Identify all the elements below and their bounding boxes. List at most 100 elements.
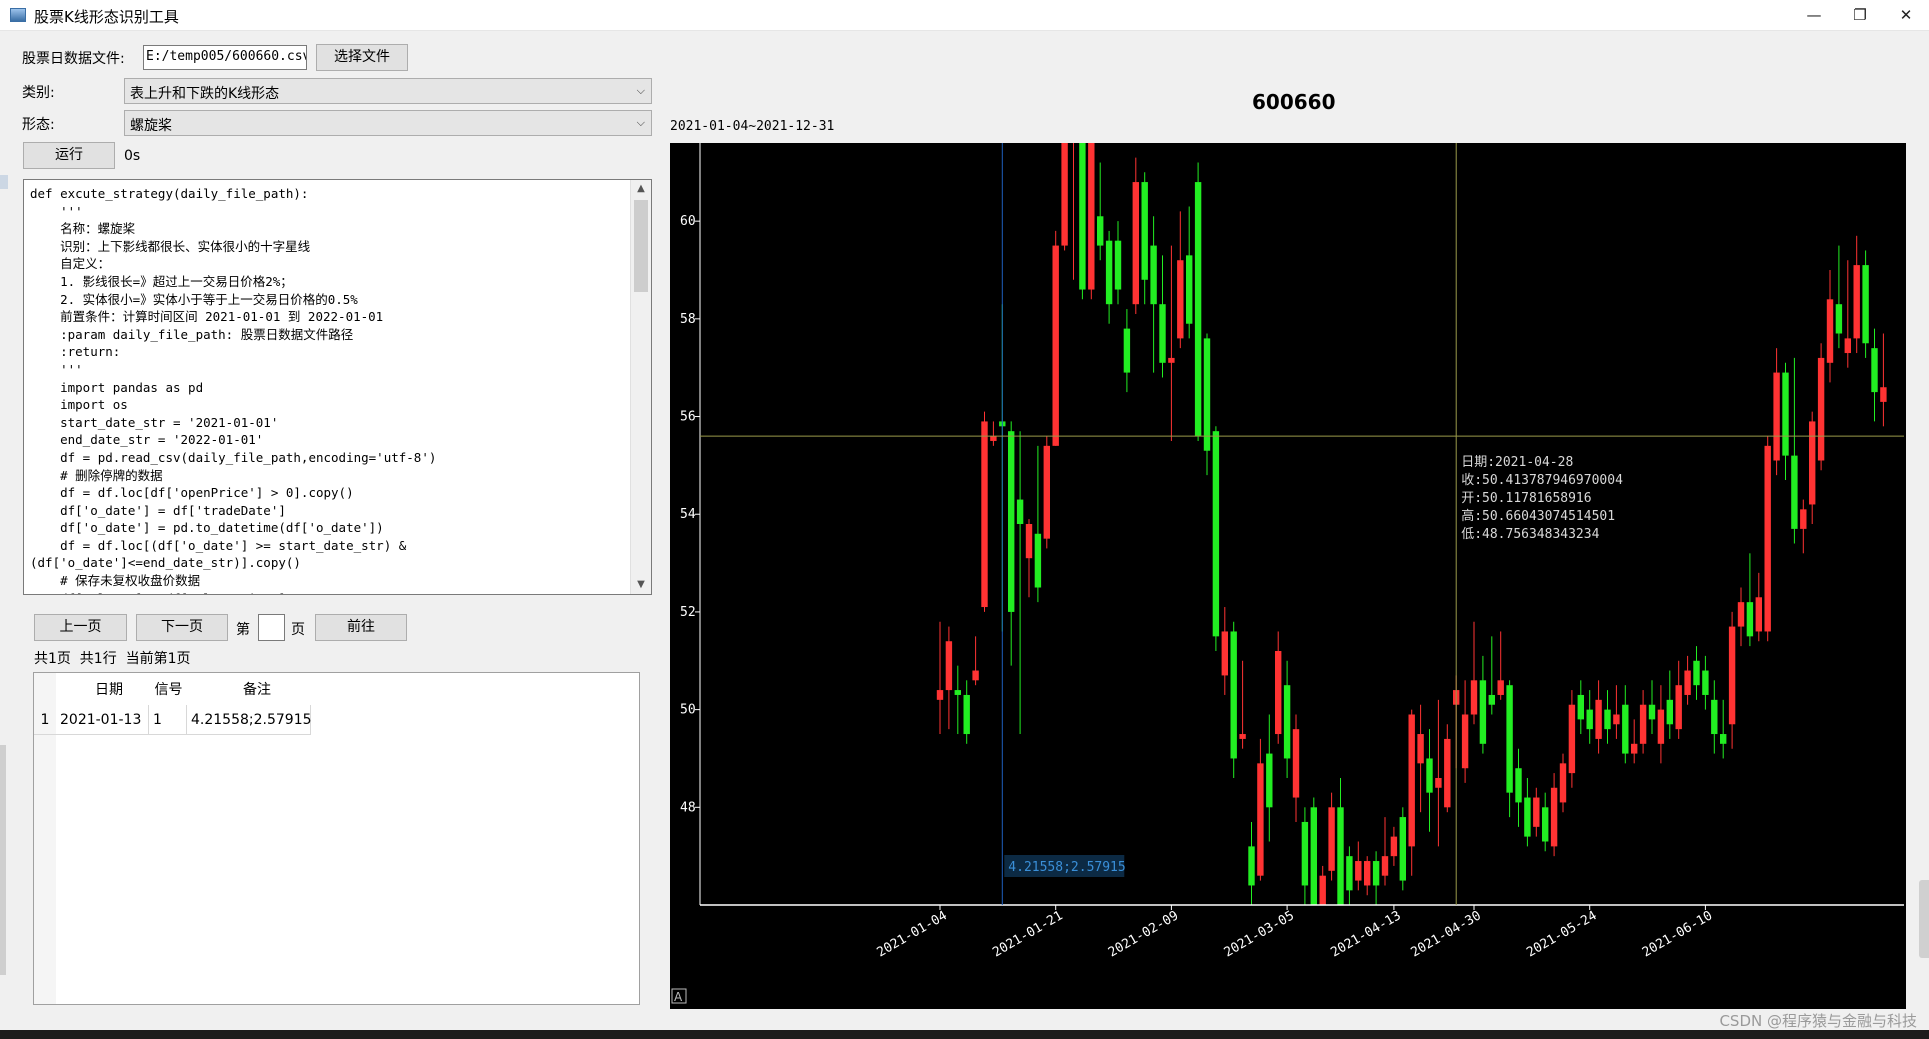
scroll-up-icon[interactable]: ▲ [631, 180, 651, 198]
scroll-down-icon[interactable]: ▼ [631, 576, 651, 594]
candle-body [1666, 699, 1673, 725]
candle-body [1177, 260, 1184, 339]
candle-body [1755, 597, 1762, 632]
column-header-date[interactable]: 日期 [84, 679, 134, 699]
candle-body [981, 421, 988, 608]
candle-body [1186, 255, 1193, 324]
code-editor[interactable]: def excute_strategy(daily_file_path): ''… [23, 179, 652, 595]
candle-body [1319, 875, 1326, 905]
cell-signal[interactable]: 1 [149, 705, 187, 735]
candle-body [1720, 734, 1727, 744]
category-select[interactable]: 表上升和下跌的K线形态 ⌵ [124, 78, 652, 104]
candle [1212, 426, 1220, 651]
candle-body [1728, 626, 1736, 725]
tooltip-close: 收:50.413787946970004 [1461, 473, 1623, 488]
minimize-button[interactable]: — [1791, 0, 1837, 30]
candle-body [1159, 304, 1166, 363]
title-bar: 股票K线形态识别工具 — ❐ ✕ [0, 0, 1929, 31]
candle [1061, 143, 1068, 251]
candle-body [1372, 861, 1380, 886]
candle [1194, 162, 1202, 441]
candle-body [1408, 714, 1415, 847]
category-value: 表上升和下跌的K线形态 [130, 86, 280, 102]
results-table[interactable]: 日期 信号 备注 1 2021-01-13 1 4.21558;2.57915 [33, 672, 640, 1005]
candle-body [1123, 328, 1131, 373]
candle-body [1693, 660, 1700, 686]
candle [1817, 343, 1825, 471]
candle [1399, 807, 1406, 891]
app-icon [10, 8, 26, 22]
candle-body [1105, 240, 1113, 305]
chart-title: 600660 [1252, 90, 1336, 114]
file-label: 股票日数据文件: [22, 51, 125, 67]
candle-body [1844, 338, 1851, 354]
go-page-button[interactable]: 前往 [315, 614, 407, 641]
candle-body [1061, 143, 1068, 246]
candle [1568, 690, 1576, 788]
cell-date[interactable]: 2021-01-13 [56, 705, 149, 735]
candle-body [1764, 445, 1771, 632]
pattern-select[interactable]: 螺旋桨 ⌵ [124, 110, 652, 136]
run-button[interactable]: 运行 [23, 142, 115, 169]
choose-file-button[interactable]: 选择文件 [316, 44, 408, 71]
code-scrollbar[interactable]: ▲ ▼ [630, 180, 651, 594]
tooltip-low: 低:48.756348343234 [1461, 527, 1599, 542]
tooltip-date: 日期:2021-04-28 [1461, 455, 1573, 470]
candle [981, 411, 988, 612]
candle-body [1648, 704, 1656, 720]
page-prefix: 第 [236, 622, 250, 638]
candle-body [1417, 734, 1424, 764]
next-page-button[interactable]: 下一页 [136, 614, 228, 641]
candle-body [1639, 704, 1647, 744]
candle-body [1773, 372, 1780, 461]
candle-body [1488, 694, 1495, 705]
candle-body [1203, 338, 1211, 451]
candle-body [1737, 602, 1745, 627]
scroll-thumb[interactable] [634, 200, 648, 292]
candle-body [1212, 431, 1220, 637]
candle-body [1194, 182, 1202, 437]
candle-body [1542, 807, 1549, 842]
candle-body [1577, 694, 1584, 720]
right-edge-widget [1919, 880, 1929, 958]
candlestick-chart[interactable]: 48505254565860 2021-01-04 2021-01-21 2021-… [670, 143, 1906, 1009]
category-label: 类别: [22, 85, 55, 101]
candle-body [1613, 714, 1620, 725]
page-suffix: 页 [291, 622, 305, 638]
prev-page-button[interactable]: 上一页 [34, 614, 127, 641]
close-button[interactable]: ✕ [1883, 0, 1929, 30]
maximize-button[interactable]: ❐ [1837, 0, 1883, 30]
tooltip-high: 高:50.66043074514501 [1461, 508, 1615, 524]
candle-body [1871, 348, 1878, 393]
candle-body [1141, 182, 1148, 280]
window-title: 股票K线形态识别工具 [34, 8, 179, 26]
candle-body [1622, 704, 1629, 754]
candle-body [1880, 387, 1887, 402]
cell-note[interactable]: 4.21558;2.57915 [187, 705, 312, 735]
candle [1043, 436, 1050, 549]
candle-body [1337, 807, 1344, 905]
auto-range-label: A [674, 990, 683, 1004]
page-number-input[interactable] [258, 614, 285, 641]
file-path-input[interactable]: E:/temp005/600660.csv [143, 45, 307, 70]
candle-body [990, 436, 997, 441]
candle-body [1604, 709, 1611, 730]
candle [1088, 143, 1095, 300]
column-header-note[interactable]: 备注 [227, 679, 287, 699]
column-header-signal[interactable]: 信号 [146, 679, 191, 699]
candle-body [954, 690, 961, 695]
y-tick-label: 48 [680, 800, 696, 815]
candle-body [1497, 680, 1504, 695]
chart-background [670, 143, 1906, 1009]
candle-body [1675, 685, 1682, 730]
page-summary: 共1页 共1行 当前第1页 [34, 651, 191, 667]
chevron-down-icon: ⌵ [636, 116, 645, 129]
candle [1862, 250, 1869, 358]
signal-marker-label: 4.21558;2.57915 [1008, 860, 1125, 875]
candle-body [1435, 778, 1442, 788]
y-tick-label: 58 [680, 312, 696, 327]
candle-body [945, 641, 953, 691]
candle-body [1008, 431, 1015, 612]
code-text[interactable]: def excute_strategy(daily_file_path): ''… [24, 180, 651, 594]
candle-body [1711, 699, 1718, 735]
